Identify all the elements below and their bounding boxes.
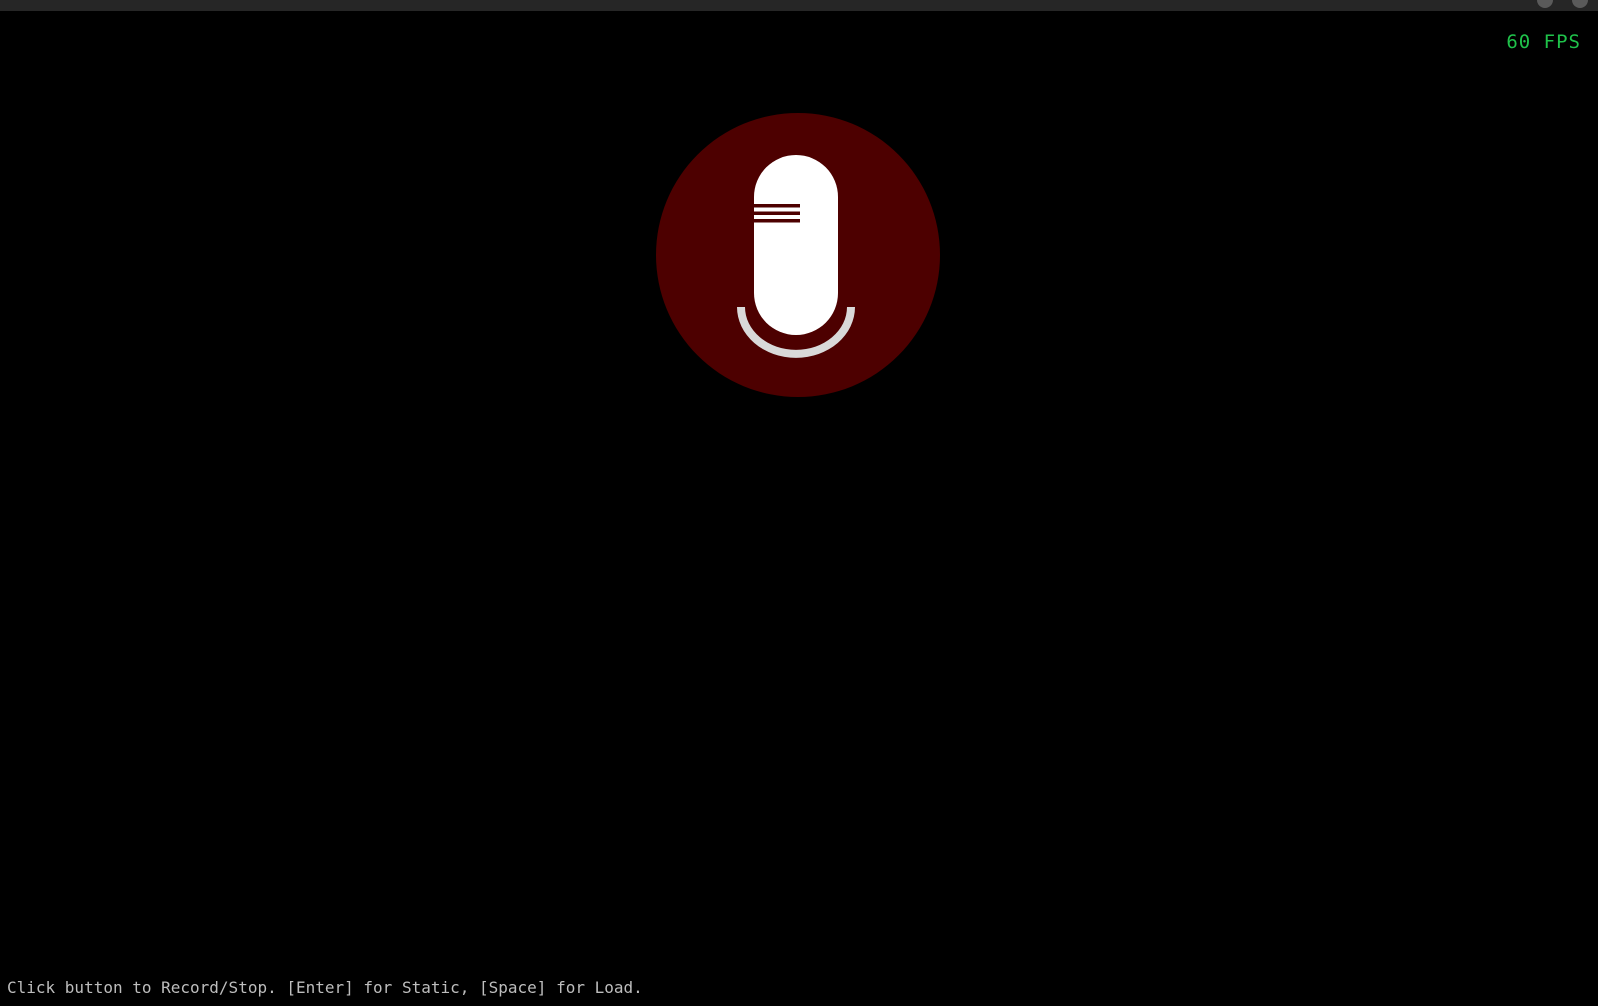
microphone-icon: [737, 155, 855, 358]
instructions-text: Click button to Record/Stop. [Enter] for…: [7, 978, 643, 997]
window-title-bar: [0, 0, 1598, 11]
minimize-icon[interactable]: [1537, 0, 1553, 8]
fps-counter: 60 FPS: [1506, 31, 1581, 53]
record-button[interactable]: [656, 113, 940, 397]
app-canvas: 60 FPS Click button to Record/Stop. [Ent…: [0, 11, 1598, 1006]
close-icon[interactable]: [1572, 0, 1588, 8]
